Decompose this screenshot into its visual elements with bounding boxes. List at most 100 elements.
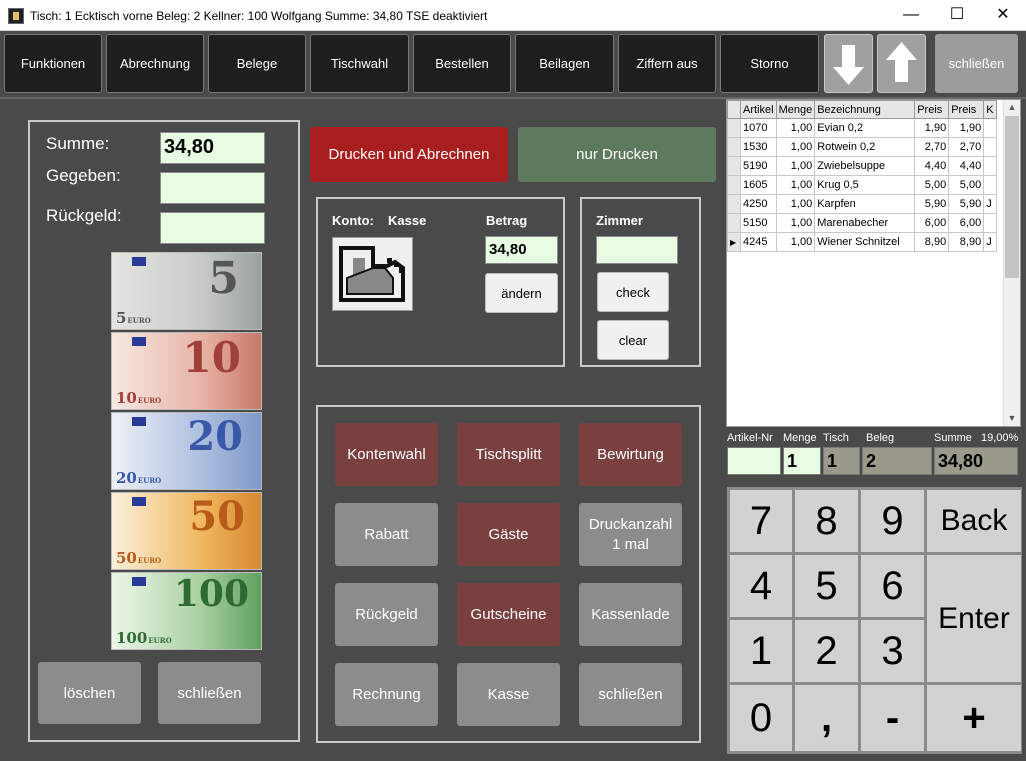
minimize-button[interactable]: — xyxy=(888,0,934,30)
header-preis[interactable]: Preis xyxy=(914,100,950,119)
key-4[interactable]: 4 xyxy=(730,555,792,617)
artikel-nr-field[interactable] xyxy=(727,447,781,475)
banknote-100[interactable]: 100 100EURO xyxy=(111,572,262,650)
print-and-pay-button[interactable]: Drucken und Abrechnen xyxy=(310,127,508,182)
key-plus[interactable]: + xyxy=(927,685,1021,751)
artikel-nr-label: Artikel-Nr xyxy=(727,432,773,444)
gegeben-label: Gegeben: xyxy=(46,166,121,185)
table-row[interactable]: 4250 1,00 Karpfen 5,90 5,90 J xyxy=(727,194,997,214)
header-artikel[interactable]: Artikel xyxy=(740,100,777,119)
banknote-20[interactable]: 20 20EURO xyxy=(111,412,262,490)
zimmer-label: Zimmer xyxy=(596,213,643,228)
scroll-thumb[interactable] xyxy=(1005,116,1019,278)
bestellen-button[interactable]: Bestellen xyxy=(413,34,511,93)
check-button[interactable]: check xyxy=(597,272,669,312)
close-window-button[interactable]: ✕ xyxy=(980,0,1026,30)
header-selector xyxy=(727,100,741,119)
beleg-label: Beleg xyxy=(866,432,895,444)
key-2[interactable]: 2 xyxy=(795,620,858,682)
payment-close-button[interactable]: schließen xyxy=(158,662,261,724)
key-7[interactable]: 7 xyxy=(730,490,792,552)
betrag-field[interactable]: 34,80 xyxy=(485,236,558,264)
eu-flag-icon xyxy=(132,417,146,426)
rueckgeld-button[interactable]: Rückgeld xyxy=(335,583,438,646)
summe-field[interactable]: 34,80 xyxy=(160,132,265,164)
banknote-5-small: 5EURO xyxy=(116,309,151,327)
banknote-20-small: 20EURO xyxy=(116,469,162,487)
table-row[interactable]: 1605 1,00 Krug 0,5 5,00 5,00 xyxy=(727,175,997,195)
table-row[interactable]: 1070 1,00 Evian 0,2 1,90 1,90 xyxy=(727,118,997,138)
title-bar: Tisch: 1 Ecktisch vorne Beleg: 2 Kellner… xyxy=(0,0,1026,31)
eu-flag-icon xyxy=(132,497,146,506)
header-bezeichnung[interactable]: Bezeichnung xyxy=(814,100,916,119)
belege-button[interactable]: Belege xyxy=(208,34,306,93)
beleg-field: 2 xyxy=(862,447,932,475)
menge-field[interactable]: 1 xyxy=(783,447,821,475)
scroll-up-button[interactable] xyxy=(877,34,926,93)
table-row[interactable]: 5190 1,00 Zwiebelsuppe 4,40 4,40 xyxy=(727,156,997,176)
cash-register-icon[interactable] xyxy=(332,237,413,311)
rueckgeld-field[interactable] xyxy=(160,212,265,244)
print-only-button[interactable]: nur Drucken xyxy=(518,127,716,182)
banknote-100-value: 100 xyxy=(173,573,249,615)
aendern-button[interactable]: ändern xyxy=(485,273,558,313)
kassenlade-button[interactable]: Kassenlade xyxy=(579,583,682,646)
zimmer-panel: Zimmer check clear xyxy=(580,197,701,367)
key-comma[interactable]: , xyxy=(795,685,858,751)
window-title: Tisch: 1 Ecktisch vorne Beleg: 2 Kellner… xyxy=(30,9,488,23)
key-8[interactable]: 8 xyxy=(795,490,858,552)
functions-close-button[interactable]: schließen xyxy=(579,663,682,726)
banknote-5-value: 5 xyxy=(208,253,239,304)
druckanzahl-button[interactable]: Druckanzahl 1 mal xyxy=(579,503,682,566)
banknote-50[interactable]: 50 50EURO xyxy=(111,492,262,570)
maximize-button[interactable]: ☐ xyxy=(934,0,980,30)
key-3[interactable]: 3 xyxy=(861,620,924,682)
kasse-button[interactable]: Kasse xyxy=(457,663,560,726)
kontenwahl-button[interactable]: Kontenwahl xyxy=(335,423,438,486)
tisch-label: Tisch xyxy=(823,432,849,444)
key-5[interactable]: 5 xyxy=(795,555,858,617)
table-row[interactable]: 1530 1,00 Rotwein 0,2 2,70 2,70 xyxy=(727,137,997,157)
ziffern-aus-button[interactable]: Ziffern aus xyxy=(618,34,716,93)
grid-scrollbar[interactable]: ▲ ▼ xyxy=(1003,100,1020,426)
funktionen-button[interactable]: Funktionen xyxy=(4,34,102,93)
storno-button[interactable]: Storno xyxy=(720,34,819,93)
scroll-up-icon[interactable]: ▲ xyxy=(1004,100,1020,115)
header-preis-2[interactable]: Preis xyxy=(948,100,985,119)
gegeben-field[interactable] xyxy=(160,172,265,204)
gutscheine-button[interactable]: Gutscheine xyxy=(457,583,560,646)
beilagen-button[interactable]: Beilagen xyxy=(515,34,614,93)
arrow-up-icon xyxy=(886,42,917,82)
order-grid[interactable]: Artikel Menge Bezeichnung Preis Preis K … xyxy=(726,99,1021,427)
key-1[interactable]: 1 xyxy=(730,620,792,682)
rabatt-button[interactable]: Rabatt xyxy=(335,503,438,566)
tischsplitt-button[interactable]: Tischsplitt xyxy=(457,423,560,486)
loeschen-button[interactable]: löschen xyxy=(38,662,141,724)
key-0[interactable]: 0 xyxy=(730,685,792,751)
table-row-selected[interactable]: ▶ 4245 1,00 Wiener Schnitzel 8,90 8,90 J xyxy=(727,232,997,252)
scroll-down-button[interactable] xyxy=(824,34,873,93)
rechnung-button[interactable]: Rechnung xyxy=(335,663,438,726)
abrechnung-button[interactable]: Abrechnung xyxy=(106,34,204,93)
key-9[interactable]: 9 xyxy=(861,490,924,552)
header-menge[interactable]: Menge xyxy=(775,100,816,119)
toolbar-close-button[interactable]: schließen xyxy=(935,34,1018,93)
header-k[interactable]: K xyxy=(983,100,997,119)
eu-flag-icon xyxy=(132,337,146,346)
menge-label: Menge xyxy=(783,432,817,444)
tischwahl-button[interactable]: Tischwahl xyxy=(310,34,409,93)
banknote-10[interactable]: 10 10EURO xyxy=(111,332,262,410)
key-6[interactable]: 6 xyxy=(861,555,924,617)
key-enter[interactable]: Enter xyxy=(927,555,1021,682)
table-header-row: Artikel Menge Bezeichnung Preis Preis K xyxy=(727,100,997,119)
toolbar: Funktionen Abrechnung Belege Tischwahl B… xyxy=(0,31,1026,97)
table-row[interactable]: 5150 1,00 Marenabecher 6,00 6,00 xyxy=(727,213,997,233)
scroll-down-icon[interactable]: ▼ xyxy=(1004,411,1020,426)
clear-button[interactable]: clear xyxy=(597,320,669,360)
bewirtung-button[interactable]: Bewirtung xyxy=(579,423,682,486)
zimmer-field[interactable] xyxy=(596,236,678,264)
banknote-5[interactable]: 5 5EURO xyxy=(111,252,262,330)
key-minus[interactable]: - xyxy=(861,685,924,751)
key-back[interactable]: Back xyxy=(927,490,1021,552)
gaeste-button[interactable]: Gäste xyxy=(457,503,560,566)
